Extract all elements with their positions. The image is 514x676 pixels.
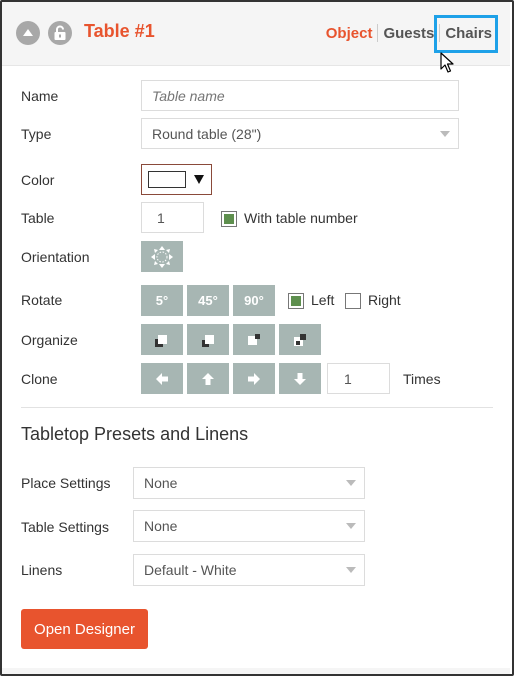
send-to-back-button[interactable] (279, 324, 321, 355)
clone-down-button[interactable] (279, 363, 321, 394)
clone-right-button[interactable] (233, 363, 275, 394)
table-type-value: Round table (28") (152, 125, 262, 142)
panel-footer (2, 668, 510, 674)
panel-title: Table #1 (84, 21, 155, 41)
color-label: Color (21, 172, 55, 188)
arrow-up-icon (202, 372, 214, 385)
table-settings-select[interactable]: None (133, 510, 365, 542)
rotate-45-button[interactable]: 45° (187, 285, 229, 316)
rotate-left-checkbox[interactable] (288, 293, 304, 309)
rotate-90-button[interactable]: 90° (233, 285, 275, 316)
rotate-label: Rotate (21, 292, 63, 308)
move-arrows-icon (151, 245, 173, 268)
rotate-5-button[interactable]: 5° (141, 285, 183, 316)
dropdown-arrow-icon (346, 567, 356, 573)
table-name-input[interactable] (141, 80, 459, 111)
table-settings-value: None (144, 518, 178, 534)
with-table-number-label: With table number (244, 210, 358, 226)
dropdown-arrow-icon (346, 480, 356, 486)
rotate-right-checkbox[interactable] (345, 293, 361, 309)
bring-forward-button[interactable] (187, 324, 229, 355)
clone-count-input[interactable]: 1 (327, 363, 390, 394)
table-type-select[interactable]: Round table (28") (141, 118, 459, 149)
name-label: Name (21, 88, 59, 104)
bring-to-front-button[interactable] (141, 324, 183, 355)
clone-label: Clone (21, 371, 58, 387)
place-settings-select[interactable]: None (133, 467, 365, 499)
clone-left-button[interactable] (141, 363, 183, 394)
mouse-cursor-icon (440, 52, 454, 73)
color-picker[interactable] (141, 164, 212, 195)
collapse-button[interactable] (16, 21, 40, 45)
table-settings-label: Table Settings (21, 519, 109, 535)
bring-to-front-icon (155, 334, 167, 347)
section-divider (21, 407, 493, 408)
linens-value: Default - White (144, 562, 237, 578)
chevron-up-icon (23, 29, 33, 36)
color-swatch (148, 171, 186, 188)
with-table-number-checkbox[interactable] (221, 211, 237, 227)
clone-up-button[interactable] (187, 363, 229, 394)
lock-button[interactable] (48, 21, 72, 45)
arrow-right-icon (248, 372, 260, 385)
bring-forward-icon (202, 334, 214, 347)
dropdown-arrow-icon (440, 130, 450, 137)
organize-label: Organize (21, 332, 78, 348)
presets-section-title: Tabletop Presets and Linens (21, 424, 249, 444)
table-label: Table (21, 210, 55, 226)
open-designer-button[interactable]: Open Designer (21, 609, 148, 649)
orientation-button[interactable] (141, 241, 183, 272)
arrow-left-icon (156, 372, 168, 385)
type-label: Type (21, 126, 52, 142)
dropdown-arrow-icon (346, 523, 356, 529)
place-settings-value: None (144, 475, 178, 491)
unlock-icon (54, 25, 66, 40)
send-backward-button[interactable] (233, 324, 275, 355)
caret-down-icon (194, 175, 204, 184)
rotate-right-label: Right (368, 292, 401, 308)
rotate-left-label: Left (311, 292, 335, 308)
tab-guests[interactable]: Guests (378, 25, 439, 42)
chairs-tab-highlight (434, 15, 498, 53)
linens-select[interactable]: Default - White (133, 554, 365, 586)
tab-object[interactable]: Object (321, 25, 378, 42)
table-number-input[interactable]: 1 (141, 202, 204, 233)
orientation-label: Orientation (21, 249, 90, 265)
arrow-down-icon (294, 372, 306, 385)
send-backward-icon (248, 333, 260, 345)
clone-count-value: 1 (344, 370, 352, 387)
table-number-value: 1 (157, 209, 165, 226)
place-settings-label: Place Settings (21, 475, 111, 491)
linens-label: Linens (21, 562, 63, 578)
send-to-back-icon (294, 333, 306, 346)
clone-times-label: Times (403, 371, 441, 387)
